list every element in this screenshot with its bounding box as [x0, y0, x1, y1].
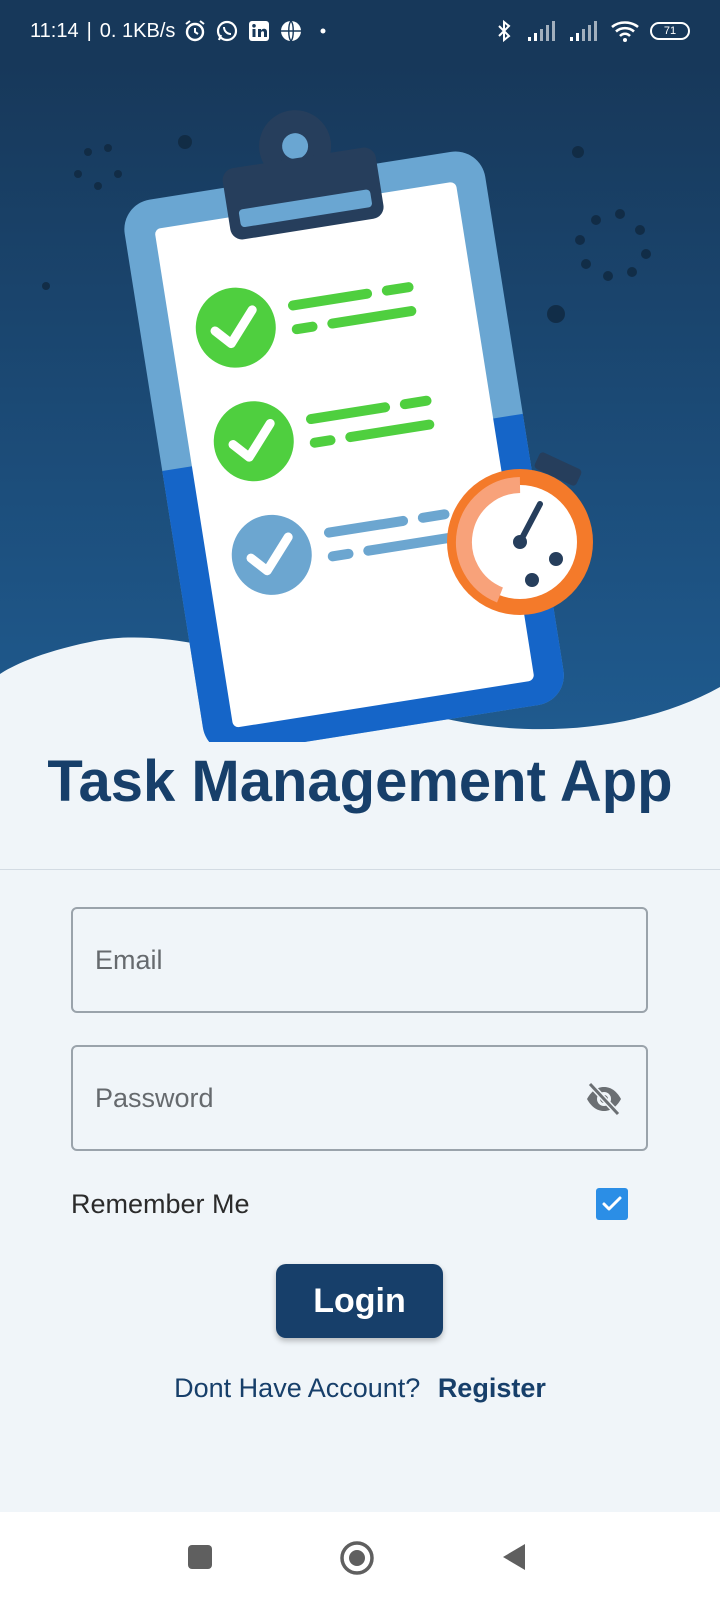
network-speed: 0. 1KB/s [99, 19, 176, 42]
divider [0, 869, 720, 870]
remember-me-row: Remember Me [71, 1184, 628, 1224]
email-field-container [71, 907, 648, 1013]
register-row: Dont Have Account? Register [0, 1373, 720, 1404]
status-bar: 11:14 | 0. 1KB/s 71 [0, 0, 720, 62]
wifi-icon [611, 21, 639, 42]
battery-indicator: 71 [650, 22, 690, 40]
status-separator: | [86, 19, 92, 42]
clock: 11:14 [30, 19, 79, 42]
remember-me-label: Remember Me [71, 1188, 250, 1219]
status-bar-left: 11:14 | 0. 1KB/s [30, 19, 335, 43]
linkedin-icon [249, 21, 270, 41]
register-prompt: Dont Have Account? [174, 1373, 421, 1403]
eye-off-icon[interactable] [584, 1081, 624, 1117]
signal-icon [570, 21, 597, 41]
password-field-container [71, 1045, 648, 1151]
remember-me-checkbox[interactable] [596, 1188, 628, 1220]
home-circle-icon[interactable] [339, 1540, 375, 1576]
password-field[interactable] [73, 1047, 646, 1149]
back-triangle-icon[interactable] [501, 1542, 527, 1572]
status-bar-right: 71 [492, 19, 690, 43]
app-title: Task Management App [47, 749, 673, 814]
alarm-icon [185, 20, 205, 42]
hero-illustration [0, 62, 720, 742]
login-button[interactable]: Login [276, 1264, 443, 1338]
recents-square-icon[interactable] [187, 1544, 213, 1570]
system-nav-bar [0, 1512, 720, 1600]
register-link[interactable]: Register [438, 1373, 546, 1403]
whatsapp-icon [217, 20, 238, 42]
notification-dot-icon [320, 28, 326, 34]
checkmark-icon [602, 1196, 622, 1211]
email-field[interactable] [73, 909, 646, 1011]
bluetooth-icon [498, 19, 511, 43]
signal-icon [528, 21, 555, 41]
browser-icon [281, 20, 302, 42]
